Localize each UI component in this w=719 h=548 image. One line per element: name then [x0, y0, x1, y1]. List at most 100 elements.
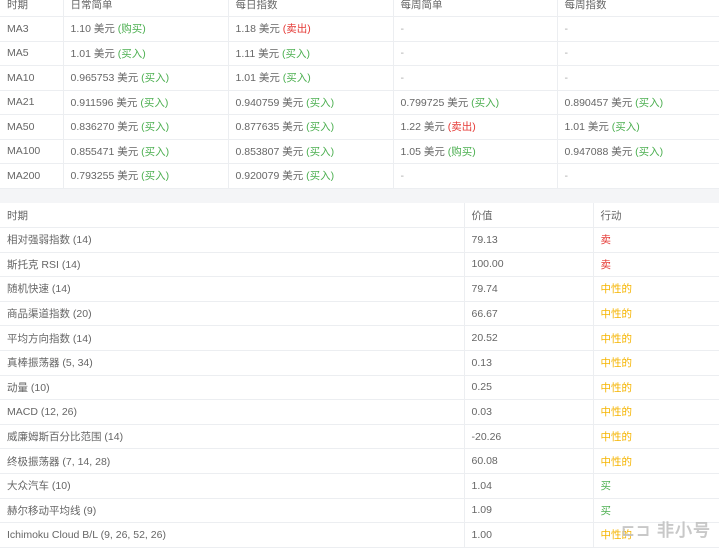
ma-value-cell: - [393, 163, 558, 189]
ma-value-cell: 0.947088 美元 (买入) [557, 139, 719, 164]
ma-value-cell: - [393, 65, 558, 91]
indicator-value: 1.00 [464, 522, 594, 548]
signal-label: (买入) [611, 121, 640, 134]
signal-label: (买入) [141, 170, 170, 183]
signal-label: (买入) [635, 96, 664, 109]
ma-value: 0.853807 美元 [235, 145, 304, 158]
table-row: MA100 0.855471 美元 (买入) 0.853807 美元 (买入) 1.0… [0, 139, 719, 164]
signal-label: (买入) [635, 145, 664, 158]
ma-value: - [564, 169, 569, 182]
table-row: 商品渠道指数 (20) 66.67 中性的 [0, 301, 719, 327]
signal-label: (买入) [141, 72, 170, 85]
table-row: MA5 1.01 美元 (买入) 1.11 美元 (买入) - - [0, 41, 719, 66]
ma-value: 0.965753 美元 [70, 72, 139, 85]
indicator-name: 随机快速 (14) [0, 276, 465, 302]
ma-value-cell: 0.836270 美元 (买入) [63, 114, 229, 140]
indicator-value: 1.09 [464, 498, 594, 524]
ma-value: 0.947088 美元 [564, 145, 633, 158]
indicator-action: 卖 [593, 252, 719, 278]
period-cell: MA200 [0, 163, 64, 189]
indicator-value: 1.04 [464, 473, 594, 499]
ma-value: 0.855471 美元 [70, 145, 139, 158]
table-row: MA10 0.965753 美元 (买入) 1.01 美元 (买入) - - [0, 65, 719, 91]
ma-value: 0.890457 美元 [564, 96, 633, 109]
signal-label: (买入) [306, 121, 335, 134]
indicator-name: 真棒振荡器 (5, 34) [0, 350, 465, 376]
column-header-value: 价值 [464, 203, 594, 228]
ma-value: - [400, 169, 405, 182]
indicator-name: 终极振荡器 (7, 14, 28) [0, 448, 465, 474]
indicator-action: 中性的 [593, 424, 719, 450]
ma-value-cell: 0.877635 美元 (买入) [228, 114, 394, 140]
ma-value: 1.01 美元 [564, 121, 609, 134]
ma-value-cell: 0.799725 美元 (买入) [393, 90, 558, 115]
signal-label: (买入) [282, 72, 311, 85]
table-header-row: 时期 日常简单 每日指数 每周简单 每周指数 [0, 0, 719, 17]
ma-value-cell: 0.911596 美元 (买入) [63, 90, 229, 115]
indicator-name: 威廉姆斯百分比范围 (14) [0, 424, 465, 450]
table-row: 相对强弱指数 (14) 79.13 卖 [0, 227, 719, 253]
ma-value-cell: 0.920079 美元 (买入) [228, 163, 394, 189]
indicator-value: 0.13 [464, 350, 594, 376]
indicator-action: 卖 [593, 227, 719, 253]
column-header-action: 行动 [593, 203, 719, 228]
indicator-name: 相对强弱指数 (14) [0, 227, 465, 253]
signal-label: (买入) [141, 121, 170, 134]
indicator-name: 动量 (10) [0, 375, 465, 401]
signal-label: (买入) [282, 47, 310, 60]
ma-value: - [564, 71, 569, 84]
indicator-name: 平均方向指数 (14) [0, 325, 465, 351]
ma-value-cell: 1.10 美元 (购买) [63, 16, 229, 42]
ma-value: 0.877635 美元 [235, 121, 304, 134]
table-row: 威廉姆斯百分比范围 (14) -20.26 中性的 [0, 424, 719, 450]
column-header-period: 时期 [0, 0, 64, 17]
indicator-value: -20.26 [464, 424, 594, 450]
oscillators-table: 时期 价值 行动 相对强弱指数 (14) 79.13 卖斯托克 RSI (14) 10… [0, 203, 719, 548]
period-cell: MA50 [0, 114, 64, 140]
indicator-action: 中性的 [593, 350, 719, 376]
signal-label: (买入) [306, 145, 335, 158]
indicator-name: 大众汽车 (10) [0, 473, 465, 499]
signal-label: (卖出) [282, 23, 311, 36]
table-row: MA50 0.836270 美元 (买入) 0.877635 美元 (买入) 1.22… [0, 114, 719, 140]
ma-value: 1.22 美元 [400, 121, 445, 134]
table-row: MA200 0.793255 美元 (买入) 0.920079 美元 (买入) - - [0, 163, 719, 189]
indicator-action: 买 [593, 473, 719, 499]
table-row: MACD (12, 26) 0.03 中性的 [0, 399, 719, 425]
ma-value-cell: 0.855471 美元 (买入) [63, 139, 229, 164]
ma-value-cell: 1.18 美元 (卖出) [228, 16, 394, 42]
moving-averages-table: 时期 日常简单 每日指数 每周简单 每周指数 MA3 1.10 美元 (购买) 1.… [0, 0, 719, 189]
signal-label: (买入) [140, 96, 169, 109]
ma-value-cell: - [557, 41, 719, 66]
indicator-action: 中性的 [593, 375, 719, 401]
table-row: 随机快速 (14) 79.74 中性的 [0, 276, 719, 302]
watermark-text: 非小号 [657, 521, 711, 540]
ma-value: - [400, 47, 405, 60]
ma-value: 0.793255 美元 [70, 170, 139, 183]
column-header-daily-exponential: 每日指数 [228, 0, 394, 17]
indicator-action: 中性的 [593, 448, 719, 474]
ma-value: - [564, 47, 569, 60]
ma-value-cell: - [393, 16, 558, 42]
ma-value-cell: 1.01 美元 (买入) [63, 41, 229, 66]
period-cell: MA10 [0, 65, 64, 91]
column-header-weekly-simple: 每周简单 [393, 0, 558, 17]
signal-label: (购买) [447, 145, 476, 158]
ma-value: 1.05 美元 [400, 145, 445, 158]
watermark-logo: ⊏⊐ 非小号 [620, 521, 711, 540]
signal-label: (购买) [117, 23, 146, 36]
indicator-value: 79.74 [464, 276, 594, 302]
table-row: Ichimoku Cloud B/L (9, 26, 52, 26) 1.00 中性… [0, 522, 719, 548]
ma-value: - [400, 22, 405, 35]
ma-value: 1.01 美元 [70, 47, 115, 60]
ma-value-cell: 1.22 美元 (卖出) [393, 114, 558, 140]
indicator-name: 赫尔移动平均线 (9) [0, 498, 465, 524]
table-row: 斯托克 RSI (14) 100.00 卖 [0, 252, 719, 278]
indicator-action: 中性的 [593, 325, 719, 351]
ma-value-cell: 1.01 美元 (买入) [228, 65, 394, 91]
indicator-action: 中性的 [593, 301, 719, 327]
ma-value-cell: 1.01 美元 (买入) [557, 114, 719, 140]
indicator-name: MACD (12, 26) [0, 399, 465, 425]
table-row: 终极振荡器 (7, 14, 28) 60.08 中性的 [0, 448, 719, 474]
ma-value-cell: 0.793255 美元 (买入) [63, 163, 229, 189]
